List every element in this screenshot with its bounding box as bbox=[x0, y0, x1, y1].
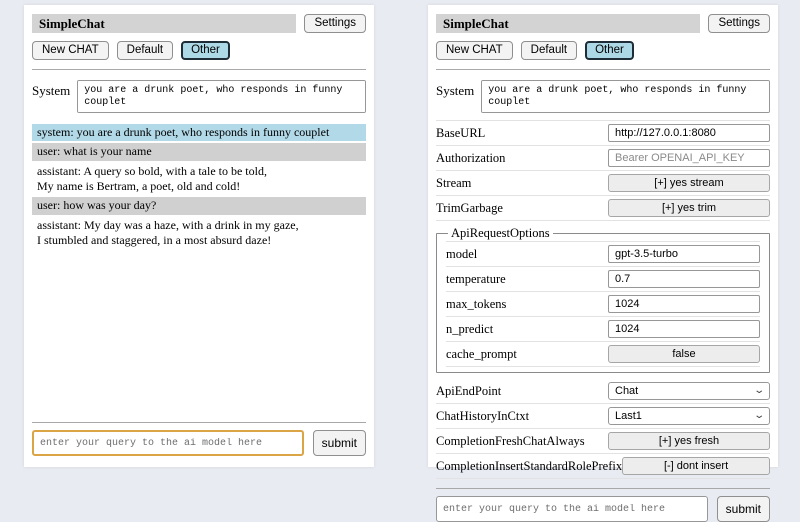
new-chat-button[interactable]: New CHAT bbox=[32, 41, 109, 60]
stream-toggle-button[interactable]: [+] yes stream bbox=[608, 174, 770, 192]
role-prefix-toggle-button[interactable]: [-] dont insert bbox=[622, 457, 770, 475]
footer-divider bbox=[32, 422, 366, 423]
authorization-input[interactable] bbox=[608, 149, 770, 167]
authorization-label: Authorization bbox=[436, 151, 505, 166]
session-button-default[interactable]: Default bbox=[521, 41, 577, 60]
chat-message-user: user: what is your name bbox=[32, 143, 366, 160]
settings-button[interactable]: Settings bbox=[304, 14, 366, 33]
new-chat-button[interactable]: New CHAT bbox=[436, 41, 513, 60]
api-endpoint-label: ApiEndPoint bbox=[436, 384, 501, 399]
setting-row-role-prefix: CompletionInsertStandardRolePrefix [-] d… bbox=[436, 454, 770, 479]
cache-prompt-toggle-button[interactable]: false bbox=[608, 345, 760, 363]
fresh-chat-label: CompletionFreshChatAlways bbox=[436, 434, 585, 449]
api-request-options-legend: ApiRequestOptions bbox=[448, 226, 553, 241]
chevron-down-icon: ⌄ bbox=[753, 387, 765, 395]
setting-row-chat-history: ChatHistoryInCtxt Last1 ⌄ bbox=[436, 404, 770, 429]
header-divider bbox=[32, 69, 366, 70]
settings-button[interactable]: Settings bbox=[708, 14, 770, 33]
n-predict-input[interactable] bbox=[608, 320, 760, 338]
chevron-down-icon: ⌄ bbox=[753, 412, 765, 420]
setting-row-fresh-chat: CompletionFreshChatAlways [+] yes fresh bbox=[436, 429, 770, 454]
footer-divider bbox=[436, 488, 770, 489]
setting-row-stream: Stream [+] yes stream bbox=[436, 171, 770, 196]
baseurl-label: BaseURL bbox=[436, 126, 485, 141]
setting-row-cache-prompt: cache_prompt false bbox=[446, 342, 760, 367]
session-button-other[interactable]: Other bbox=[181, 41, 230, 60]
max-tokens-label: max_tokens bbox=[446, 297, 506, 312]
api-endpoint-selected-value: Chat bbox=[615, 385, 638, 397]
chat-history-selected-value: Last1 bbox=[615, 410, 642, 422]
trimgarbage-toggle-button[interactable]: [+] yes trim bbox=[608, 199, 770, 217]
chat-panel: SimpleChat Settings New CHAT Default Oth… bbox=[24, 5, 374, 467]
session-bar: New CHAT Default Other bbox=[32, 41, 366, 60]
cache-prompt-label: cache_prompt bbox=[446, 347, 517, 362]
session-button-other[interactable]: Other bbox=[585, 41, 634, 60]
setting-row-temperature: temperature bbox=[446, 267, 760, 292]
session-bar: New CHAT Default Other bbox=[436, 41, 770, 60]
query-footer: submit bbox=[32, 413, 366, 456]
setting-row-api-endpoint: ApiEndPoint Chat ⌄ bbox=[436, 379, 770, 404]
system-label: System bbox=[32, 80, 70, 113]
api-request-options-fieldset: ApiRequestOptions model temperature max_… bbox=[436, 226, 770, 373]
chat-message-user: user: how was your day? bbox=[32, 197, 366, 214]
query-footer: submit bbox=[436, 479, 770, 522]
fresh-chat-toggle-button[interactable]: [+] yes fresh bbox=[608, 432, 770, 450]
header-divider bbox=[436, 69, 770, 70]
setting-row-n-predict: n_predict bbox=[446, 317, 760, 342]
system-prompt-row: System you are a drunk poet, who respond… bbox=[436, 80, 770, 113]
setting-row-baseurl: BaseURL bbox=[436, 120, 770, 146]
api-endpoint-select[interactable]: Chat ⌄ bbox=[608, 382, 770, 400]
chat-history-label: ChatHistoryInCtxt bbox=[436, 409, 529, 424]
app-title: SimpleChat bbox=[32, 14, 296, 33]
stream-label: Stream bbox=[436, 176, 471, 191]
setting-row-authorization: Authorization bbox=[436, 146, 770, 171]
chat-message-list: system: you are a drunk poet, who respon… bbox=[32, 124, 366, 250]
chat-message-assistant: assistant: My day was a haze, with a dri… bbox=[32, 217, 366, 250]
trimgarbage-label: TrimGarbage bbox=[436, 201, 503, 216]
session-button-default[interactable]: Default bbox=[117, 41, 173, 60]
settings-panel: SimpleChat Settings New CHAT Default Oth… bbox=[428, 5, 778, 467]
app-title: SimpleChat bbox=[436, 14, 700, 33]
header: SimpleChat Settings bbox=[32, 14, 366, 33]
system-prompt-input[interactable]: you are a drunk poet, who responds in fu… bbox=[77, 80, 366, 113]
system-prompt-input[interactable]: you are a drunk poet, who responds in fu… bbox=[481, 80, 770, 113]
max-tokens-input[interactable] bbox=[608, 295, 760, 313]
model-label: model bbox=[446, 247, 477, 262]
setting-row-trimgarbage: TrimGarbage [+] yes trim bbox=[436, 196, 770, 221]
model-input[interactable] bbox=[608, 245, 760, 263]
submit-button[interactable]: submit bbox=[313, 430, 366, 456]
setting-row-max-tokens: max_tokens bbox=[446, 292, 760, 317]
role-prefix-label: CompletionInsertStandardRolePrefix bbox=[436, 459, 622, 474]
setting-row-model: model bbox=[446, 241, 760, 267]
header: SimpleChat Settings bbox=[436, 14, 770, 33]
n-predict-label: n_predict bbox=[446, 322, 493, 337]
settings-list: BaseURL Authorization Stream [+] yes str… bbox=[436, 120, 770, 479]
submit-button[interactable]: submit bbox=[717, 496, 770, 522]
chat-message-system: system: you are a drunk poet, who respon… bbox=[32, 124, 366, 141]
temperature-label: temperature bbox=[446, 272, 506, 287]
temperature-input[interactable] bbox=[608, 270, 760, 288]
query-input[interactable] bbox=[436, 496, 708, 522]
system-prompt-row: System you are a drunk poet, who respond… bbox=[32, 80, 366, 113]
chat-message-assistant: assistant: A query so bold, with a tale … bbox=[32, 163, 366, 196]
query-input[interactable] bbox=[32, 430, 304, 456]
system-label: System bbox=[436, 80, 474, 113]
baseurl-input[interactable] bbox=[608, 124, 770, 142]
chat-history-select[interactable]: Last1 ⌄ bbox=[608, 407, 770, 425]
